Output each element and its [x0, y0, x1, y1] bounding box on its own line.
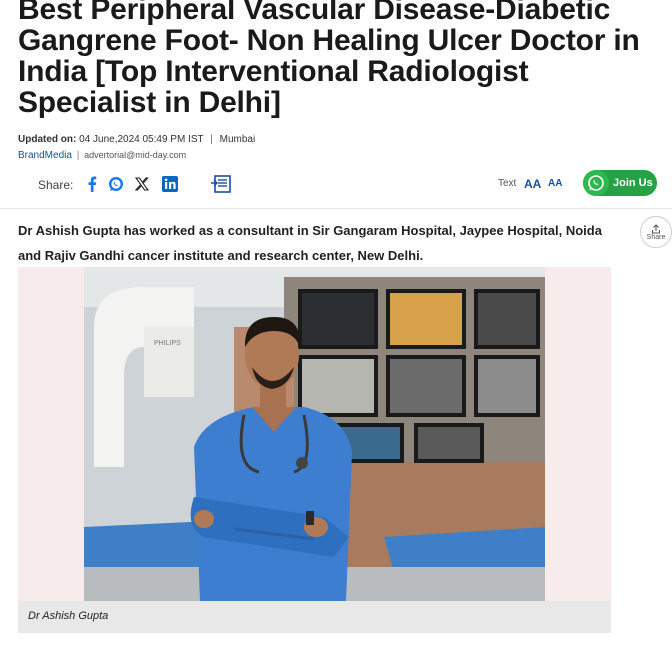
facebook-icon[interactable]	[82, 174, 102, 194]
copy-article-icon[interactable]	[209, 174, 233, 194]
floating-share-button[interactable]: Share	[640, 216, 672, 248]
divider	[0, 208, 672, 209]
article-photo: PHILIPS	[84, 267, 545, 601]
share-toolbar: Share: Text AA AA Join Us	[0, 168, 672, 202]
text-decrease-button[interactable]: AA	[548, 178, 562, 189]
share-label: Share:	[38, 178, 74, 192]
text-increase-button[interactable]: AA	[524, 177, 541, 191]
floating-share-label: Share	[646, 233, 666, 241]
share-icon	[652, 223, 660, 233]
article-intro: Dr Ashish Gupta has worked as a consulta…	[18, 223, 602, 263]
article-figure: PHILIPS Dr Ashish Gupta	[18, 267, 611, 633]
author-link[interactable]: BrandMedia	[18, 150, 72, 161]
byline-separator: |	[76, 150, 80, 161]
byline: BrandMedia | advertorial@mid-day.com	[18, 150, 186, 161]
whatsapp-icon	[583, 170, 609, 196]
article-headline: Best Peripheral Vascular Disease-Diabeti…	[18, 0, 640, 119]
caption-bar: Dr Ashish Gupta	[18, 601, 611, 633]
author-email[interactable]: advertorial@mid-day.com	[84, 150, 186, 160]
article-meta: Updated on: 04 June,2024 05:49 PM IST | …	[18, 134, 255, 145]
meta-separator: |	[210, 134, 213, 145]
join-us-label: Join Us	[613, 177, 653, 189]
text-size-label: Text	[498, 178, 517, 189]
whatsapp-icon[interactable]	[106, 174, 126, 194]
updated-label: Updated on:	[18, 134, 77, 145]
location: Mumbai	[219, 134, 256, 145]
linkedin-icon[interactable]	[160, 174, 180, 194]
philips-text: PHILIPS	[154, 340, 181, 347]
x-icon[interactable]	[132, 174, 152, 194]
image-caption: Dr Ashish Gupta	[28, 610, 109, 622]
whatsapp-join-button[interactable]: Join Us	[583, 170, 657, 196]
updated-value: 04 June,2024 05:49 PM IST	[79, 134, 204, 145]
